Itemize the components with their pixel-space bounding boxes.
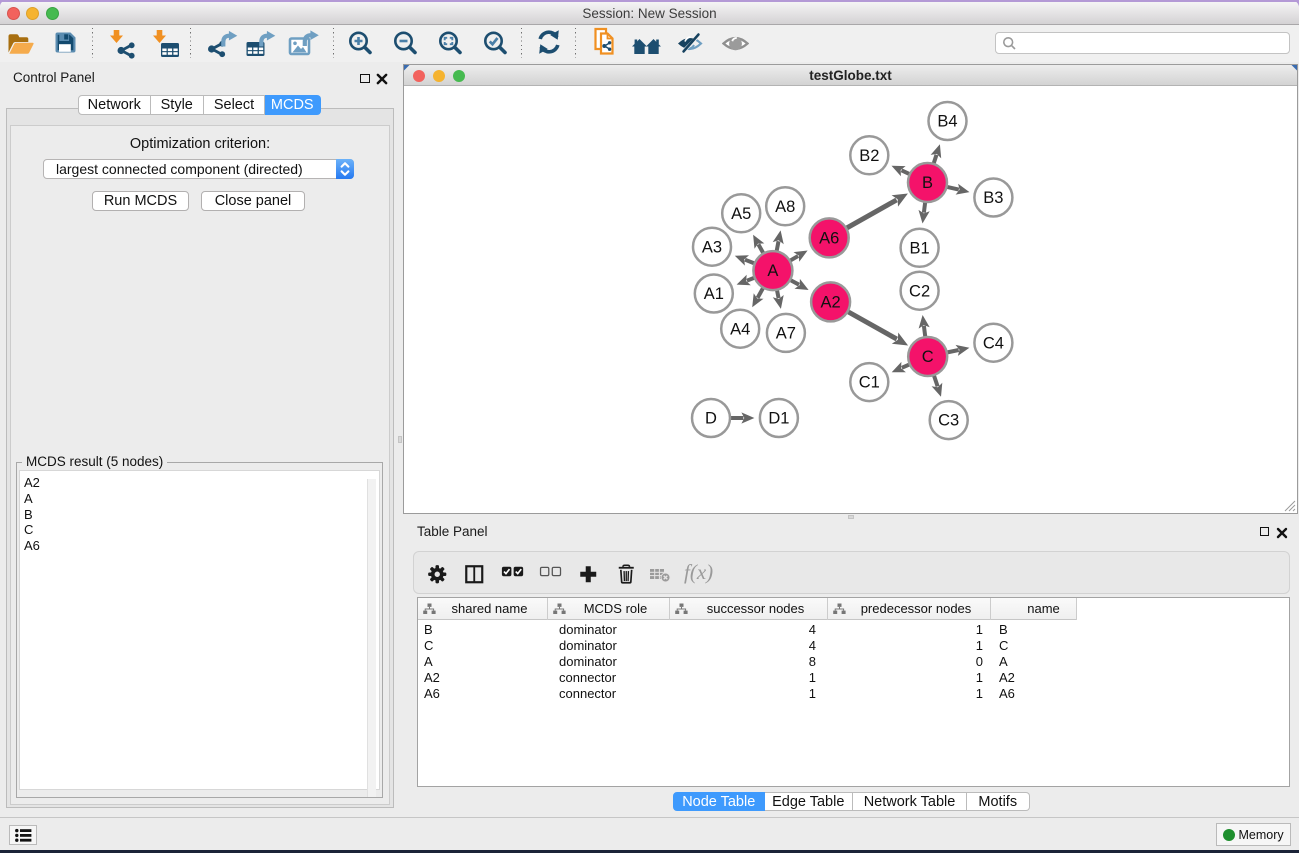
svg-text:A1: A1 [704,285,724,303]
svg-text:A2: A2 [821,293,841,311]
svg-text:B4: B4 [937,112,957,130]
svg-text:A3: A3 [702,238,722,256]
svg-text:D1: D1 [768,409,789,427]
svg-text:A7: A7 [776,324,796,342]
svg-text:A8: A8 [775,197,795,215]
svg-text:C3: C3 [938,411,959,429]
svg-text:A: A [767,262,778,280]
svg-text:A6: A6 [819,229,839,247]
svg-text:B: B [922,174,933,192]
svg-text:B1: B1 [910,239,930,257]
svg-text:C1: C1 [859,373,880,391]
svg-text:C2: C2 [909,282,930,300]
svg-text:B3: B3 [983,189,1003,207]
svg-text:B2: B2 [859,146,879,164]
svg-text:A5: A5 [731,204,751,222]
svg-text:D: D [705,409,717,427]
svg-text:C: C [922,348,934,366]
svg-text:C4: C4 [983,334,1004,352]
svg-text:A4: A4 [730,320,750,338]
